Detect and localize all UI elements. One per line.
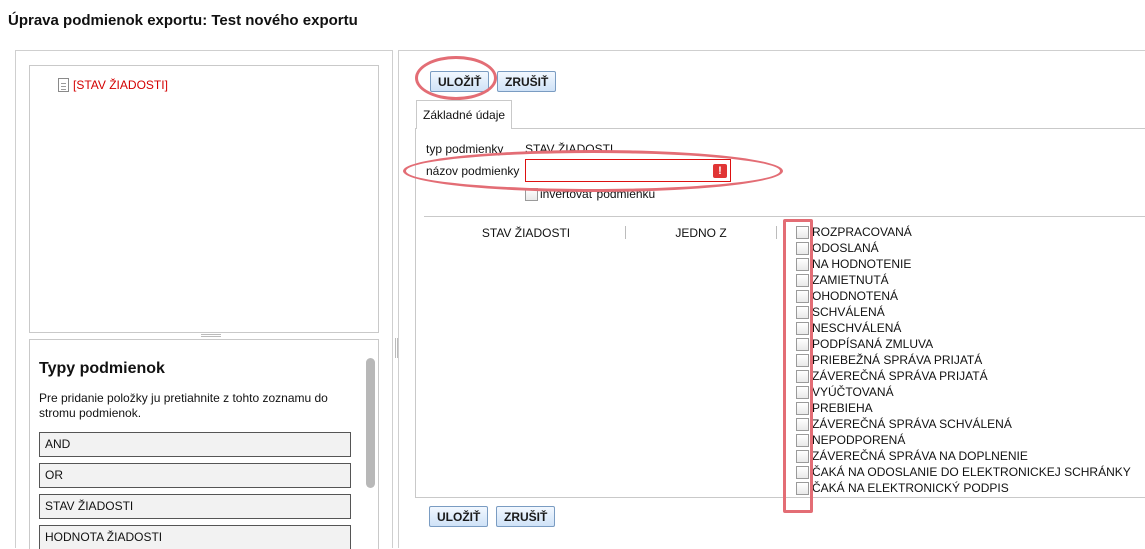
status-option[interactable]: ČAKÁ NA ELEKTRONICKÝ PODPIS	[796, 480, 1131, 496]
status-option-checkbox[interactable]	[796, 466, 809, 479]
invert-condition-row[interactable]: invertovať podmienku	[525, 187, 655, 201]
status-option[interactable]: NA HODNOTENIE	[796, 256, 1131, 272]
types-list: AND OR STAV ŽIADOSTI HODNOTA ŽIADOSTI	[39, 432, 351, 549]
status-option-label: NEPODPORENÁ	[812, 433, 906, 447]
condition-name-label: názov podmienky	[426, 164, 520, 178]
status-option-checkbox[interactable]	[796, 338, 809, 351]
type-item-hodnota-ziadosti[interactable]: HODNOTA ŽIADOSTI	[39, 525, 351, 549]
status-option-label: PRIEBEŽNÁ SPRÁVA PRIJATÁ	[812, 353, 983, 367]
status-option-checkbox[interactable]	[796, 434, 809, 447]
status-option-label: ZÁVEREČNÁ SPRÁVA NA DOPLNENIE	[812, 449, 1028, 463]
column-separator	[776, 226, 777, 239]
column-header-field: STAV ŽIADOSTI	[481, 226, 571, 240]
status-option-checkbox[interactable]	[796, 242, 809, 255]
horizontal-splitter-handle[interactable]	[201, 334, 221, 337]
status-option-label: NA HODNOTENIE	[812, 257, 912, 271]
status-option-label: ZÁVEREČNÁ SPRÁVA SCHVÁLENÁ	[812, 417, 1012, 431]
tab-basic-data[interactable]: Základné údaje	[416, 100, 513, 129]
status-option-checkbox[interactable]	[796, 354, 809, 367]
types-description: Pre pridanie položky ju pretiahnite z to…	[39, 391, 328, 420]
status-option[interactable]: ZÁVEREČNÁ SPRÁVA NA DOPLNENIE	[796, 448, 1131, 464]
status-option-label: NESCHVÁLENÁ	[812, 321, 902, 335]
document-icon	[58, 78, 69, 92]
status-option-checkbox[interactable]	[796, 258, 809, 271]
status-option-checkbox[interactable]	[796, 386, 809, 399]
status-option[interactable]: ROZPRACOVANÁ	[796, 224, 1131, 240]
status-option-checkbox[interactable]	[796, 290, 809, 303]
status-option-checkbox[interactable]	[796, 226, 809, 239]
status-option[interactable]: NEPODPORENÁ	[796, 432, 1131, 448]
types-scrollbar[interactable]	[366, 358, 375, 488]
status-option-label: PREBIEHA	[812, 401, 873, 415]
status-option-checkbox[interactable]	[796, 370, 809, 383]
status-option-label: ZÁVEREČNÁ SPRÁVA PRIJATÁ	[812, 369, 988, 383]
status-option[interactable]: OHODNOTENÁ	[796, 288, 1131, 304]
status-option-label: ODOSLANÁ	[812, 241, 879, 255]
status-option[interactable]: PODPÍSANÁ ZMLUVA	[796, 336, 1131, 352]
status-option-label: SCHVÁLENÁ	[812, 305, 885, 319]
condition-type-label: typ podmienky	[426, 142, 504, 156]
status-option-checkbox[interactable]	[796, 322, 809, 335]
status-option[interactable]: PRIEBEŽNÁ SPRÁVA PRIJATÁ	[796, 352, 1131, 368]
status-option[interactable]: ZAMIETNUTÁ	[796, 272, 1131, 288]
save-button[interactable]: ULOŽIŤ	[430, 71, 490, 92]
error-icon: !	[713, 164, 727, 178]
status-option-label: ZAMIETNUTÁ	[812, 273, 889, 287]
status-option-checkbox[interactable]	[796, 306, 809, 319]
status-option-checkbox[interactable]	[796, 274, 809, 287]
status-options-list: ROZPRACOVANÁ ODOSLANÁ NA HODNOTENIE ZAMI…	[796, 224, 1131, 496]
status-option-label: OHODNOTENÁ	[812, 289, 899, 303]
status-option-label: VYÚČTOVANÁ	[812, 385, 894, 399]
column-header-operator: JEDNO Z	[675, 226, 727, 240]
status-option-label: PODPÍSANÁ ZMLUVA	[812, 337, 934, 351]
tree-node-label: [STAV ŽIADOSTI]	[73, 78, 168, 92]
page-title: Úprava podmienok exportu: Test nového ex…	[8, 12, 358, 29]
column-separator	[625, 226, 626, 239]
condition-type-value: STAV ŽIADOSTI	[525, 142, 614, 156]
status-option[interactable]: ODOSLANÁ	[796, 240, 1131, 256]
type-item-stav-ziadosti[interactable]: STAV ŽIADOSTI	[39, 494, 351, 519]
condition-name-input[interactable]	[525, 159, 731, 182]
type-item-or[interactable]: OR	[39, 463, 351, 488]
types-title: Typy podmienok	[39, 360, 165, 377]
status-option[interactable]: NESCHVÁLENÁ	[796, 320, 1131, 336]
status-option[interactable]: VYÚČTOVANÁ	[796, 384, 1131, 400]
condition-types-panel: Typy podmienok Pre pridanie položky ju p…	[29, 339, 379, 549]
status-option-checkbox[interactable]	[796, 482, 809, 495]
status-option-label: ROZPRACOVANÁ	[812, 225, 912, 239]
type-item-and[interactable]: AND	[39, 432, 351, 457]
invert-condition-label: invertovať podmienku	[540, 187, 656, 201]
cancel-button[interactable]: ZRUŠIŤ	[497, 71, 557, 92]
status-option[interactable]: ČAKÁ NA ODOSLANIE DO ELEKTRONICKEJ SCHRÁ…	[796, 464, 1131, 480]
status-option-label: ČAKÁ NA ELEKTRONICKÝ PODPIS	[812, 481, 1009, 495]
status-option[interactable]: ZÁVEREČNÁ SPRÁVA SCHVÁLENÁ	[796, 416, 1131, 432]
status-option-checkbox[interactable]	[796, 402, 809, 415]
status-option-checkbox[interactable]	[796, 450, 809, 463]
section-divider	[424, 216, 1145, 217]
tab-content: typ podmienky STAV ŽIADOSTI názov podmie…	[415, 128, 1145, 498]
invert-condition-checkbox[interactable]	[525, 187, 538, 201]
tree-node[interactable]: [STAV ŽIADOSTI]	[58, 78, 168, 92]
cancel-button-bottom[interactable]: ZRUŠIŤ	[496, 506, 556, 527]
status-option-checkbox[interactable]	[796, 418, 809, 431]
right-panel: ULOŽIŤ ZRUŠIŤ Základné údaje typ podmien…	[398, 50, 1145, 548]
save-button-bottom[interactable]: ULOŽIŤ	[429, 506, 489, 527]
status-option-label: ČAKÁ NA ODOSLANIE DO ELEKTRONICKEJ SCHRÁ…	[812, 465, 1131, 479]
left-panel: [STAV ŽIADOSTI] Typy podmienok Pre prida…	[15, 50, 393, 549]
condition-tree: [STAV ŽIADOSTI]	[29, 65, 379, 333]
status-option[interactable]: ZÁVEREČNÁ SPRÁVA PRIJATÁ	[796, 368, 1131, 384]
status-option[interactable]: SCHVÁLENÁ	[796, 304, 1131, 320]
status-option[interactable]: PREBIEHA	[796, 400, 1131, 416]
